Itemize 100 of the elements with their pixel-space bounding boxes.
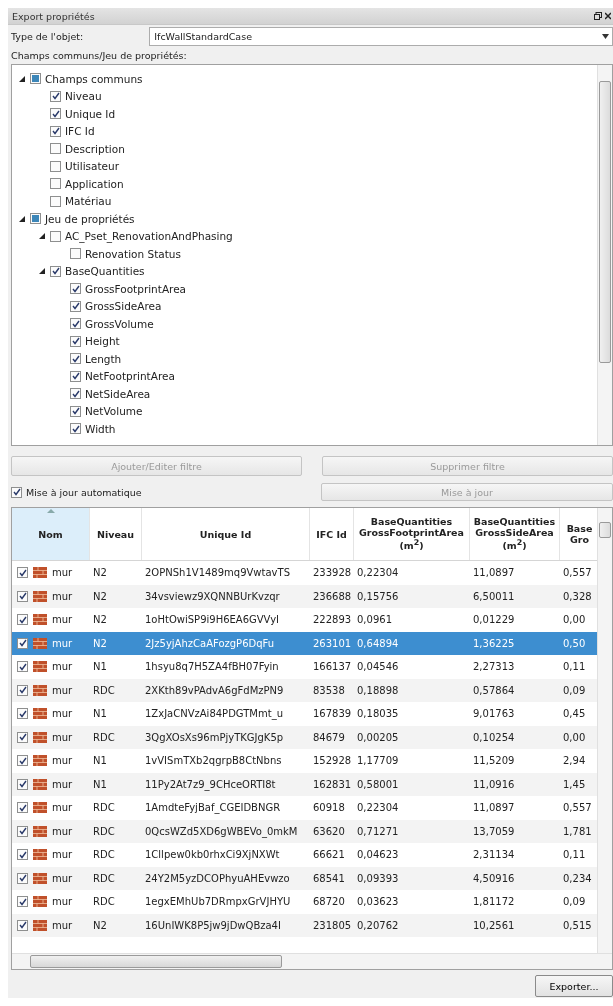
checkbox[interactable] <box>17 849 28 861</box>
checkbox[interactable] <box>17 637 28 649</box>
table-cell-text: 0,71271 <box>356 825 400 837</box>
collapse-arrow-icon[interactable] <box>18 214 26 223</box>
tree-item[interactable]: Height <box>85 335 120 348</box>
checkbox[interactable] <box>50 143 61 155</box>
tree-item[interactable]: Niveau <box>65 90 102 103</box>
object-type-dropdown[interactable]: IfcWallStandardCase <box>149 27 613 46</box>
checkbox[interactable] <box>70 388 81 400</box>
table-cell-text: N2 <box>92 919 108 931</box>
checkbox[interactable] <box>70 300 81 312</box>
checkbox[interactable] <box>50 178 61 190</box>
table-cell-text: 0,20762 <box>356 919 400 931</box>
table-row[interactable]: mur RDC 2XKth89vPAdvA6gFdMzPN9 83538 0,18898 0,57864 0,09 <box>12 678 597 702</box>
checkbox[interactable] <box>17 731 28 743</box>
checkbox[interactable] <box>17 661 28 673</box>
tree-item[interactable]: Jeu de propriétés <box>45 212 135 225</box>
vertical-scrollbar[interactable] <box>597 508 612 953</box>
tree-item[interactable]: GrossSideArea <box>85 300 162 313</box>
table-cell-text: 0,58001 <box>356 778 400 790</box>
table-cell-text: 0,00 <box>562 614 587 626</box>
tree-item[interactable]: NetFootprintArea <box>85 370 175 383</box>
checkbox[interactable] <box>70 318 81 330</box>
checkbox[interactable] <box>17 567 28 579</box>
checkbox[interactable] <box>11 486 22 498</box>
brick-wall-icon <box>33 778 47 790</box>
checkbox[interactable] <box>70 248 81 260</box>
collapse-arrow-icon[interactable] <box>18 74 26 83</box>
checkbox[interactable] <box>17 872 28 884</box>
table-row[interactable]: mur RDC 3QgXOsXs96mPjyTKGJgK5p 84679 0,00205 0,10254 0,00 <box>12 725 597 749</box>
table-cell-text: 16UnIWK8P5jw9jDwQBza4I <box>144 919 282 931</box>
checkbox[interactable] <box>17 919 28 931</box>
checkbox[interactable] <box>70 283 81 295</box>
tree-item[interactable]: Description <box>65 142 125 155</box>
checkbox[interactable] <box>70 353 81 365</box>
checkbox[interactable] <box>50 160 61 172</box>
tree-item[interactable]: BaseQuantities <box>65 265 145 278</box>
collapse-arrow-icon[interactable] <box>38 232 46 241</box>
checkbox[interactable] <box>50 108 61 120</box>
export-button[interactable]: Exporter... <box>535 975 613 997</box>
vertical-scrollbar[interactable] <box>597 65 612 445</box>
checkbox[interactable] <box>50 195 61 207</box>
checkbox[interactable] <box>50 125 61 137</box>
tree-item[interactable]: Length <box>85 352 122 365</box>
tree-item[interactable]: Renovation Status <box>85 247 181 260</box>
tree-item[interactable]: Matériau <box>65 195 112 208</box>
caret-icon <box>602 34 609 39</box>
checkbox[interactable] <box>17 896 28 908</box>
column-header[interactable]: Nom <box>12 508 90 560</box>
close-icon[interactable] <box>605 12 611 20</box>
checkbox[interactable] <box>17 778 28 790</box>
table-row[interactable]: mur RDC 0QcsWZd5XD6gWBEVo_0mkM 63620 0,71271 13,7059 1,781 <box>12 819 597 843</box>
tree-item[interactable]: Unique Id <box>65 107 116 120</box>
brick-wall-icon <box>33 872 47 884</box>
tree-item[interactable]: GrossVolume <box>85 317 154 330</box>
table-row[interactable]: mur N2 16UnIWK8P5jw9jDwQBza4I 231805 0,20762 10,2561 0,515 <box>12 913 597 937</box>
table-row[interactable]: mur N2 34vsviewz9XQNNBUrKvzqr 236688 0,15756 6,50011 0,328 <box>12 584 597 608</box>
tree-item[interactable]: GrossFootprintArea <box>85 282 187 295</box>
tree-item[interactable]: NetVolume <box>85 405 143 418</box>
table-cell-text: 162831 <box>312 778 353 790</box>
checkbox[interactable] <box>50 265 61 277</box>
table-cell-text: 1oHtOwiSP9i9H6EA6GVVyI <box>144 614 281 626</box>
table-cell-text: 2,31134 <box>472 849 516 861</box>
brick-wall-icon <box>33 849 47 861</box>
tree-item[interactable]: AC_Pset_RenovationAndPhasing <box>65 230 233 243</box>
checkbox[interactable] <box>17 590 28 602</box>
table-cell-text: 11Py2At7z9_9CHceORTI8t <box>144 778 277 790</box>
tree-item[interactable]: Application <box>65 177 124 190</box>
table-row[interactable]: mur N2 2Jz5yjAhzCaAFozgP6DqFu 263101 0,64894 1,36225 0,50 <box>12 631 597 655</box>
checkbox[interactable] <box>17 684 28 696</box>
checkbox[interactable] <box>17 802 28 814</box>
tree-item[interactable]: Width <box>85 422 116 435</box>
table-cell-text: 0,01229 <box>472 614 516 626</box>
tree-item[interactable]: NetSideArea <box>85 387 151 400</box>
horizontal-scrollbar[interactable] <box>12 953 612 969</box>
table-cell-text: 11,0897 <box>472 567 516 579</box>
table-cell: mur <box>52 755 73 767</box>
collapse-arrow-icon[interactable] <box>38 267 46 276</box>
table-cell-text: N2 <box>92 567 108 579</box>
checkbox[interactable] <box>17 825 28 837</box>
checkbox[interactable] <box>50 90 61 102</box>
tree-item[interactable]: IFC Id <box>65 125 95 138</box>
brick-wall-icon <box>33 731 47 743</box>
tree-item[interactable]: Utilisateur <box>65 160 119 173</box>
checkbox[interactable] <box>70 335 81 347</box>
table-row[interactable]: mur N1 11Py2At7z9_9CHceORTI8t 162831 0,58001 11,0916 1,45 <box>12 772 597 796</box>
checkbox[interactable] <box>70 423 81 435</box>
object-type-label: Type de l'objet: <box>11 31 84 42</box>
table-cell-text: 11,0916 <box>472 778 516 790</box>
table-cell-text: RDC <box>92 802 116 814</box>
table-row[interactable]: mur RDC 24Y2M5yzDCOPhyuAHEvwzo 68541 0,09393 4,50916 0,234 <box>12 866 597 890</box>
checkbox[interactable] <box>17 614 28 626</box>
checkbox[interactable] <box>70 405 81 417</box>
float-icon[interactable] <box>594 12 602 20</box>
checkbox[interactable] <box>17 755 28 767</box>
tree-item[interactable]: Champs communs <box>45 72 143 85</box>
table-cell-text: 10,2561 <box>472 919 516 931</box>
checkbox[interactable] <box>17 708 28 720</box>
checkbox[interactable] <box>70 370 81 382</box>
checkbox[interactable] <box>50 230 61 242</box>
